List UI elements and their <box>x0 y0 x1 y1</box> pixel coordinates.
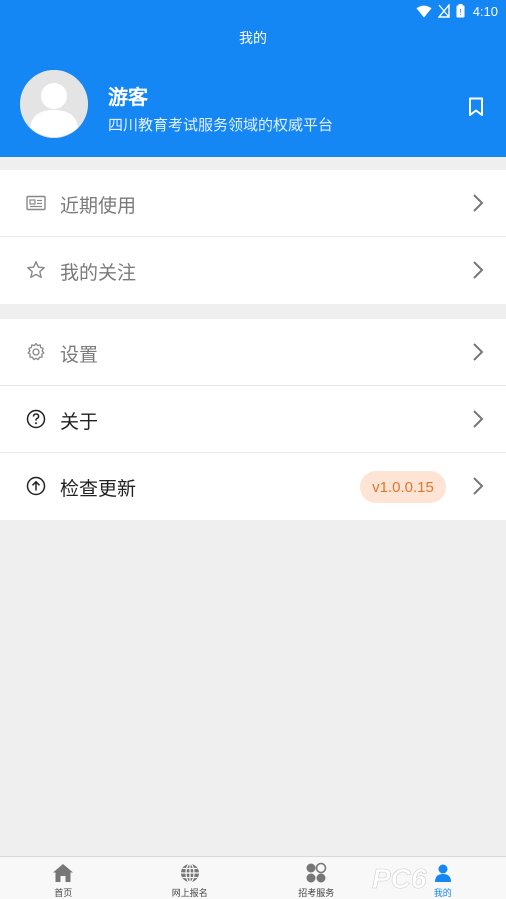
avatar[interactable] <box>20 70 88 138</box>
help-circle-icon <box>25 408 47 430</box>
menu-item-label: 近期使用 <box>60 195 137 217</box>
grid-dots-icon <box>305 862 327 884</box>
status-time: 4:10 <box>472 3 498 19</box>
default-avatar-icon <box>20 70 88 138</box>
bookmark-icon <box>469 97 483 116</box>
menu-item-check-update[interactable]: 检查更新 v1.0.0.15 <box>0 453 506 520</box>
user-name: 游客 <box>108 85 148 109</box>
bottom-tab-bar: 首页 网上报名 招考服务 我的 <box>0 856 506 899</box>
menu-item-settings[interactable]: 设置 <box>0 319 506 386</box>
tab-label: 我的 <box>433 889 452 899</box>
menu-item-label: 我的关注 <box>60 262 137 284</box>
tab-label: 网上报名 <box>171 889 208 899</box>
svg-text:!: ! <box>459 8 461 17</box>
tab-exam-services[interactable]: 招考服务 <box>253 857 380 899</box>
chevron-right-icon <box>468 475 488 497</box>
wifi-icon <box>416 5 432 18</box>
chevron-right-icon <box>468 259 488 281</box>
version-badge: v1.0.0.15 <box>360 471 446 503</box>
menu-item-recent[interactable]: 近期使用 <box>0 170 506 237</box>
menu-group-settings: 设置 关于 检查更新 v1.0.0.15 <box>0 319 506 520</box>
menu-item-about[interactable]: 关于 <box>0 386 506 453</box>
chevron-right-icon <box>468 408 488 430</box>
globe-icon <box>179 862 201 884</box>
menu-item-following[interactable]: 我的关注 <box>0 237 506 304</box>
tab-mine[interactable]: 我的 <box>380 857 506 899</box>
tab-home[interactable]: 首页 <box>0 857 127 899</box>
tab-label: 招考服务 <box>298 889 335 899</box>
menu-item-label: 关于 <box>60 411 99 433</box>
tab-online-registration[interactable]: 网上报名 <box>127 857 254 899</box>
home-icon <box>52 862 74 884</box>
chevron-right-icon <box>468 341 488 363</box>
profile-header: ! 4:10 我的 游客 四川教育考试服务领域的权威平台 <box>0 0 506 157</box>
user-subtitle: 四川教育考试服务领域的权威平台 <box>108 116 334 134</box>
star-icon <box>25 259 47 281</box>
menu-item-label: 设置 <box>60 344 99 366</box>
menu-group-recent: 近期使用 我的关注 <box>0 170 506 304</box>
chevron-right-icon <box>468 192 488 214</box>
menu-item-label: 检查更新 <box>60 478 137 500</box>
status-bar: ! 4:10 <box>0 0 506 22</box>
page-title: 我的 <box>239 31 267 47</box>
bookmark-button[interactable] <box>464 95 488 119</box>
upload-circle-icon <box>25 475 47 497</box>
gear-icon <box>25 341 47 363</box>
person-icon <box>432 862 454 884</box>
signal-off-icon <box>437 4 450 18</box>
battery-icon: ! <box>456 4 465 18</box>
news-icon <box>25 192 47 214</box>
tab-label: 首页 <box>54 889 73 899</box>
